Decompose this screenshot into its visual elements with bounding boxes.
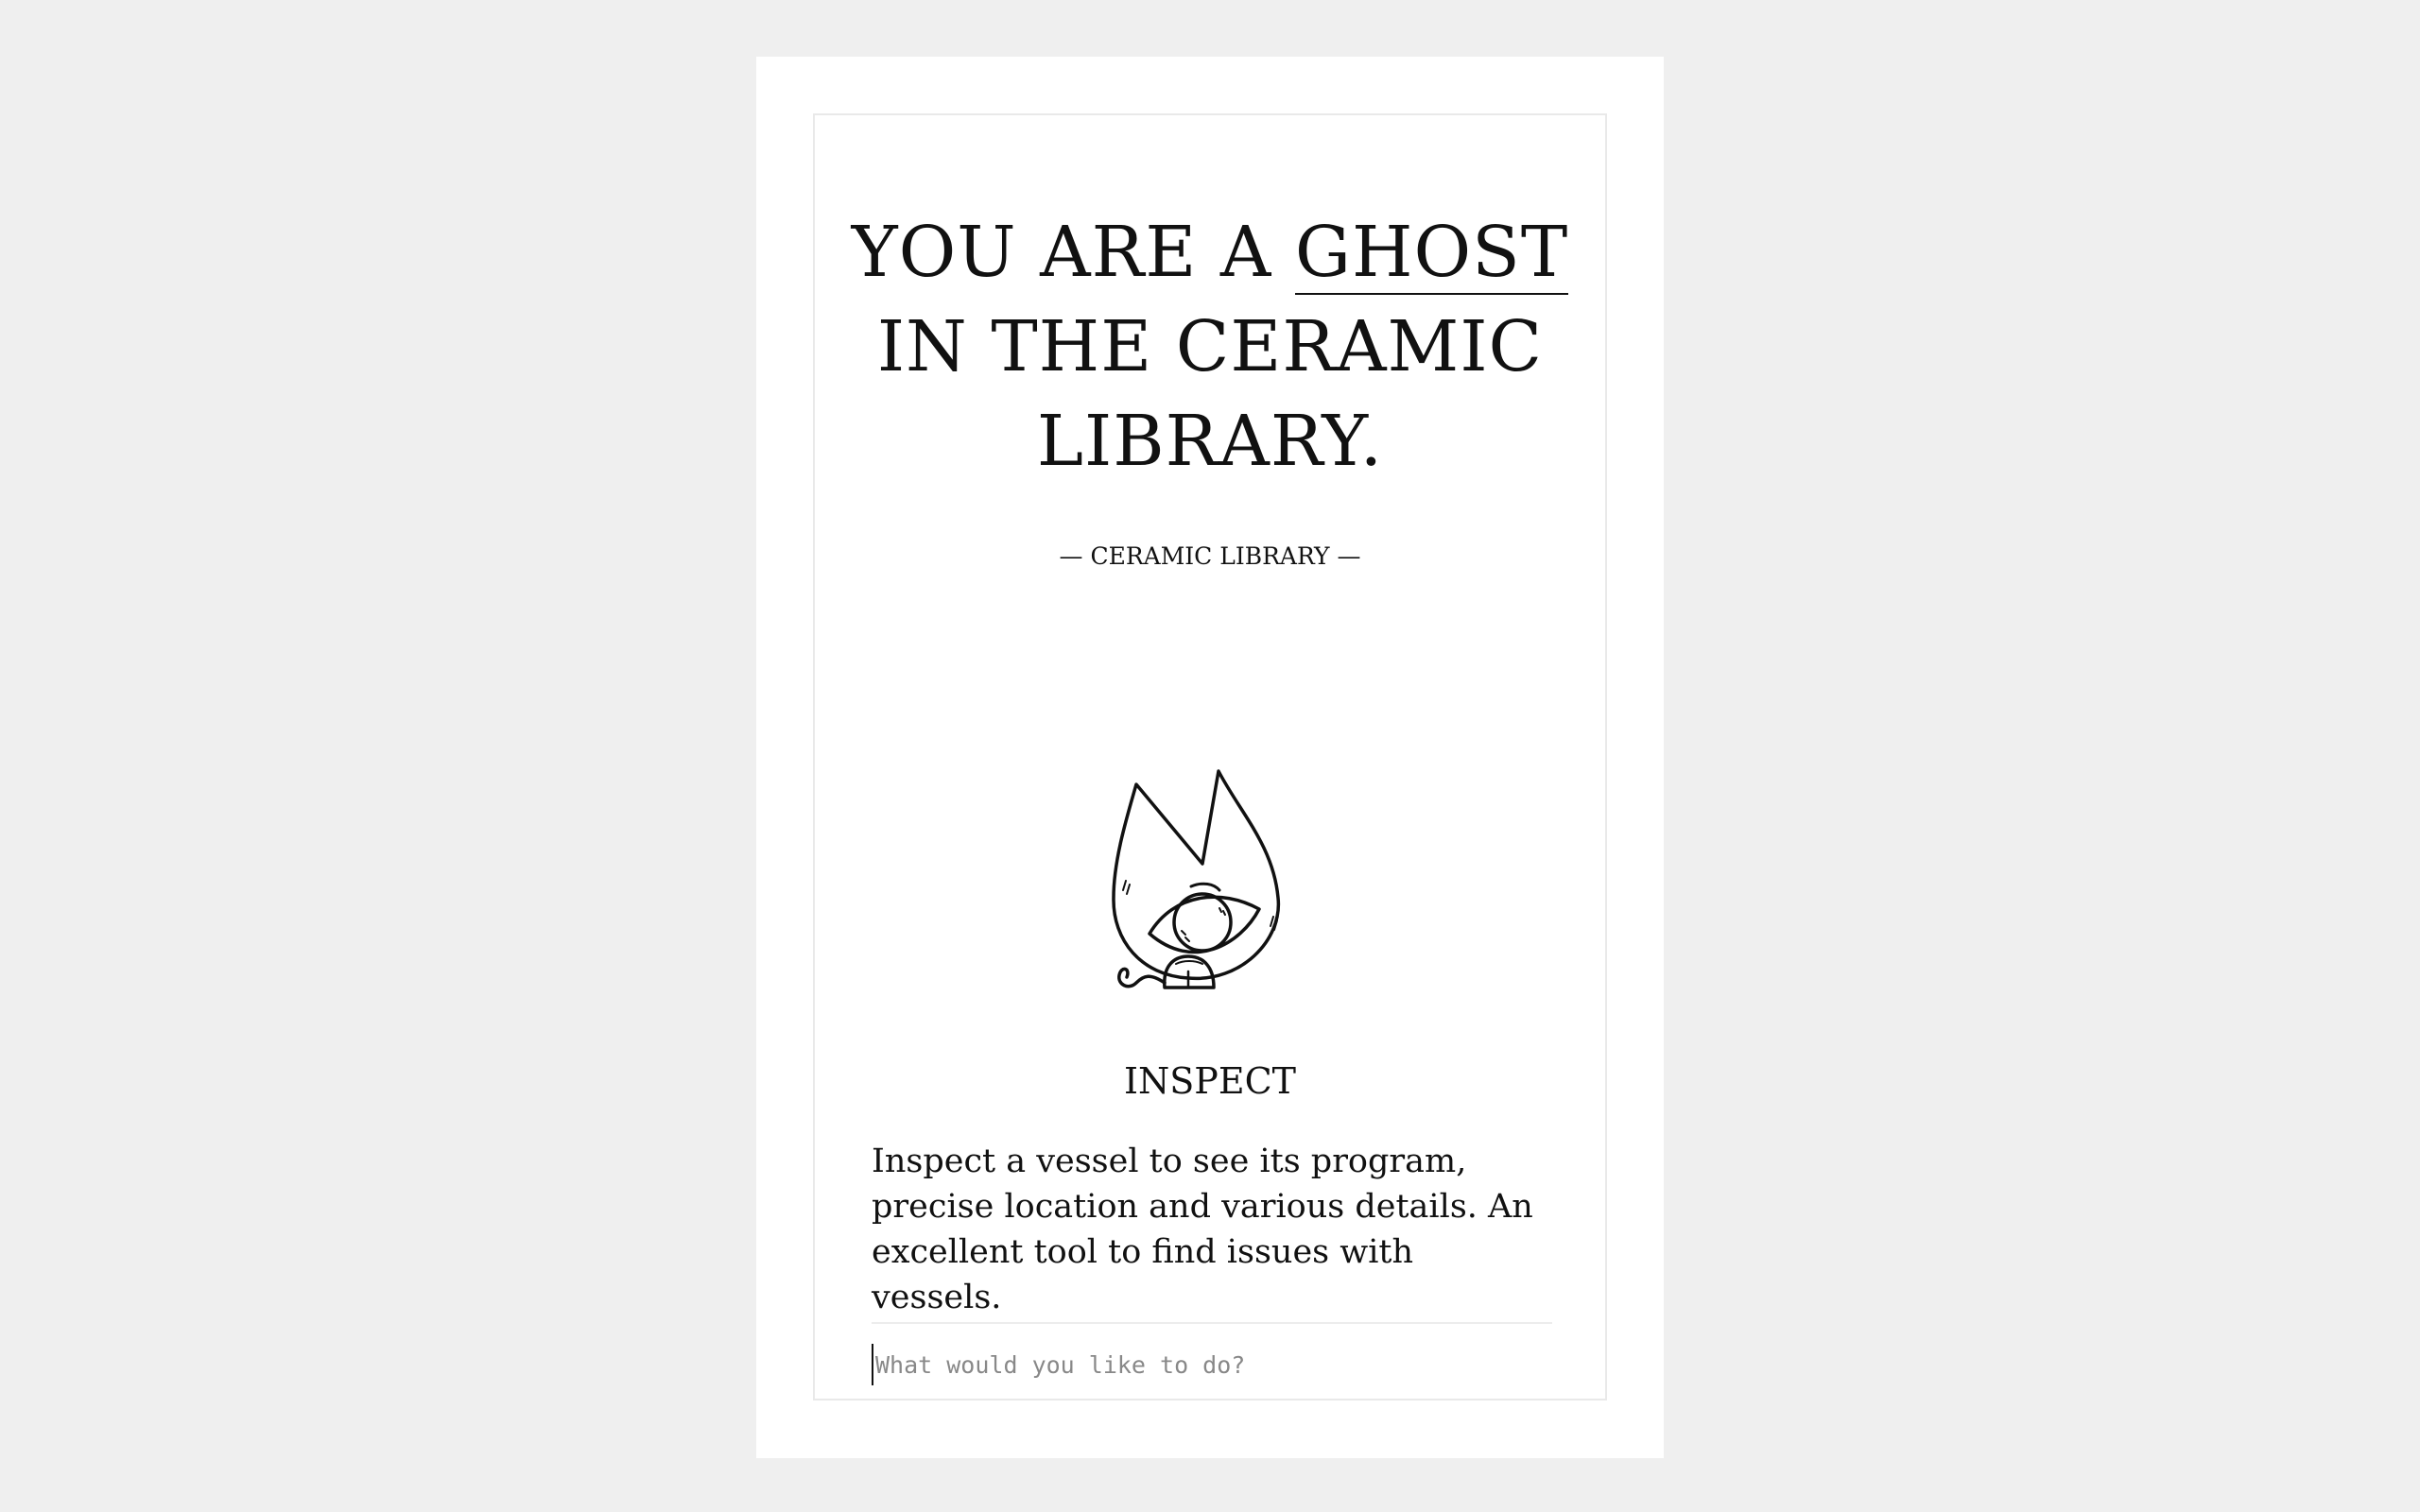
page-container: YOU ARE A GHOST IN THE CERAMIC LIBRARY. — … xyxy=(756,57,1664,1458)
location-subtitle: — CERAMIC LIBRARY — xyxy=(1059,542,1361,570)
one-eyed-ghost-cat-icon xyxy=(1112,769,1281,989)
title-line-2: IN THE CERAMIC xyxy=(876,306,1544,387)
title-line-3: LIBRARY. xyxy=(1036,401,1384,482)
title-highlight-ghost: GHOST xyxy=(1294,212,1569,295)
action-description: Inspect a vessel to see its program, pre… xyxy=(872,1143,1533,1316)
divider xyxy=(872,1322,1552,1324)
content-card: YOU ARE A GHOST IN THE CERAMIC LIBRARY. — … xyxy=(813,113,1607,1400)
command-input[interactable] xyxy=(872,1344,1552,1385)
action-heading: INSPECT xyxy=(1123,1060,1297,1102)
page-title: YOU ARE A GHOST IN THE CERAMIC LIBRARY. xyxy=(815,205,1605,489)
title-prefix: YOU ARE A xyxy=(851,212,1295,293)
